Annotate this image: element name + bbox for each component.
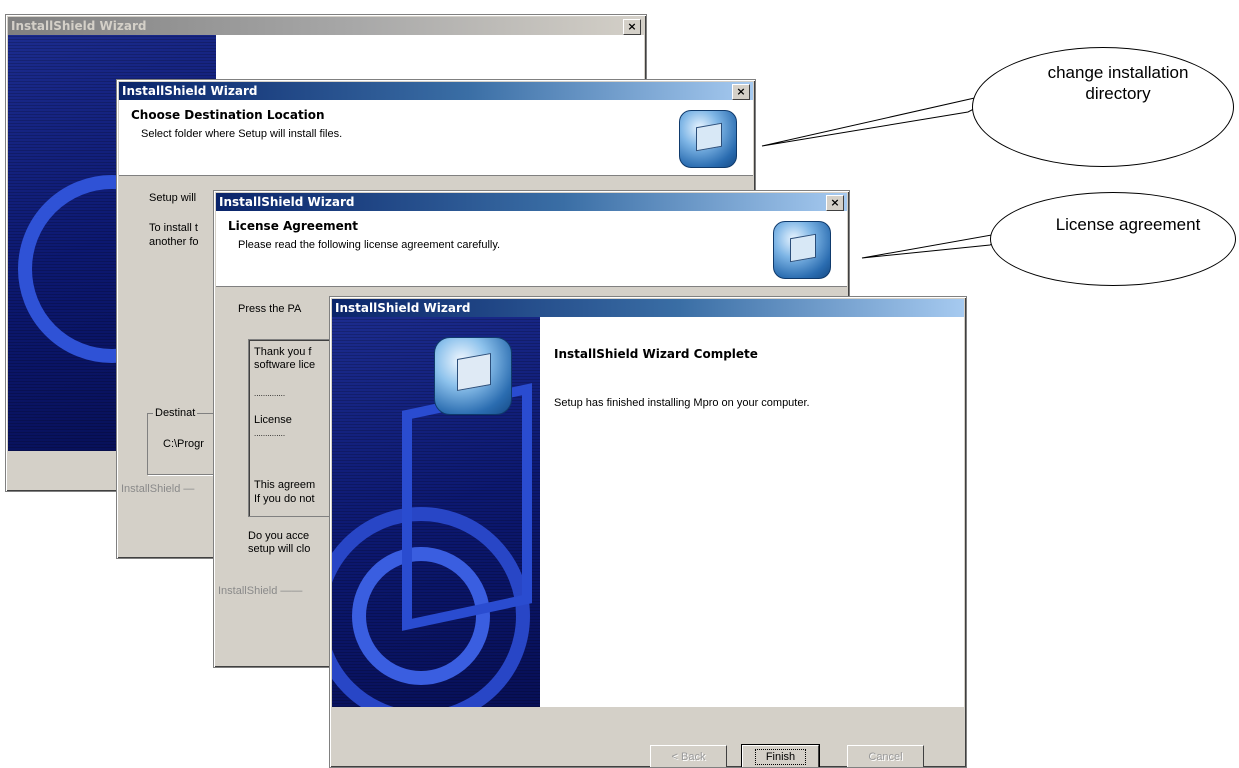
window-3-titlebar[interactable]: InstallShield Wizard × [216,193,847,211]
close-icon[interactable]: × [623,19,641,35]
computer-icon [773,221,831,279]
close-icon[interactable]: × [826,195,844,211]
press-text: Press the PA [238,303,302,315]
installshield-window-complete: InstallShield Wizard InstallShield Wizar… [329,296,967,768]
computer-icon [679,110,737,168]
install-text-1: To install t [149,222,198,234]
window-3-title: InstallShield Wizard [219,195,355,209]
destination-label: Destinat [153,407,198,419]
page-subtitle: Please read the following license agreem… [238,239,501,251]
complete-content: InstallShield Wizard Complete Setup has … [540,317,964,707]
callout-license-text: License agreement [1055,215,1201,234]
license-heading: License [254,414,292,426]
brand-label: InstallShield — [121,483,195,495]
page-title: Choose Destination Location [131,108,325,122]
window-4-titlebar[interactable]: InstallShield Wizard [332,299,964,317]
window-4-title: InstallShield Wizard [335,301,471,315]
close-icon[interactable]: × [732,84,750,100]
window-3-header: License Agreement Please read the follow… [216,211,847,287]
back-button[interactable]: < Back [650,745,727,767]
cancel-button[interactable]: Cancel [847,745,924,767]
complete-heading: InstallShield Wizard Complete [554,347,758,361]
setup-text: Setup will [149,192,197,204]
callout-license: License agreement [990,192,1236,286]
window-2-title: InstallShield Wizard [122,84,258,98]
finish-button[interactable]: Finish [741,744,820,767]
window-2-titlebar[interactable]: InstallShield Wizard × [119,82,753,100]
license-line-1: Thank you f [254,346,312,358]
window-1-titlebar[interactable]: InstallShield Wizard × [8,17,644,35]
window-1-title: InstallShield Wizard [11,19,147,33]
license-line-2: software lice [254,359,316,371]
license-dots-2: .............. [254,429,286,438]
page-subtitle: Select folder where Setup will install f… [141,128,343,140]
accept-question-1: Do you acce [248,530,310,542]
callout-directory-text: change installation directory [1047,63,1189,103]
license-dots-1: .............. [254,389,286,398]
computer-icon [434,337,512,415]
art-block [402,383,532,631]
license-line-4: If you do not [254,493,315,505]
page-title: License Agreement [228,219,359,233]
brand-label: InstallShield —— [218,585,303,597]
finish-label: Finish [754,749,807,765]
callout-directory: change installation directory [972,47,1234,167]
install-text-2: another fo [149,236,199,248]
complete-message: Setup has finished installing Mpro on yo… [554,397,810,409]
destination-path: C:\Progr [163,438,204,450]
accept-question-2: setup will clo [248,543,311,555]
license-line-3: This agreem [254,479,316,491]
window-2-header: Choose Destination Location Select folde… [119,100,753,176]
